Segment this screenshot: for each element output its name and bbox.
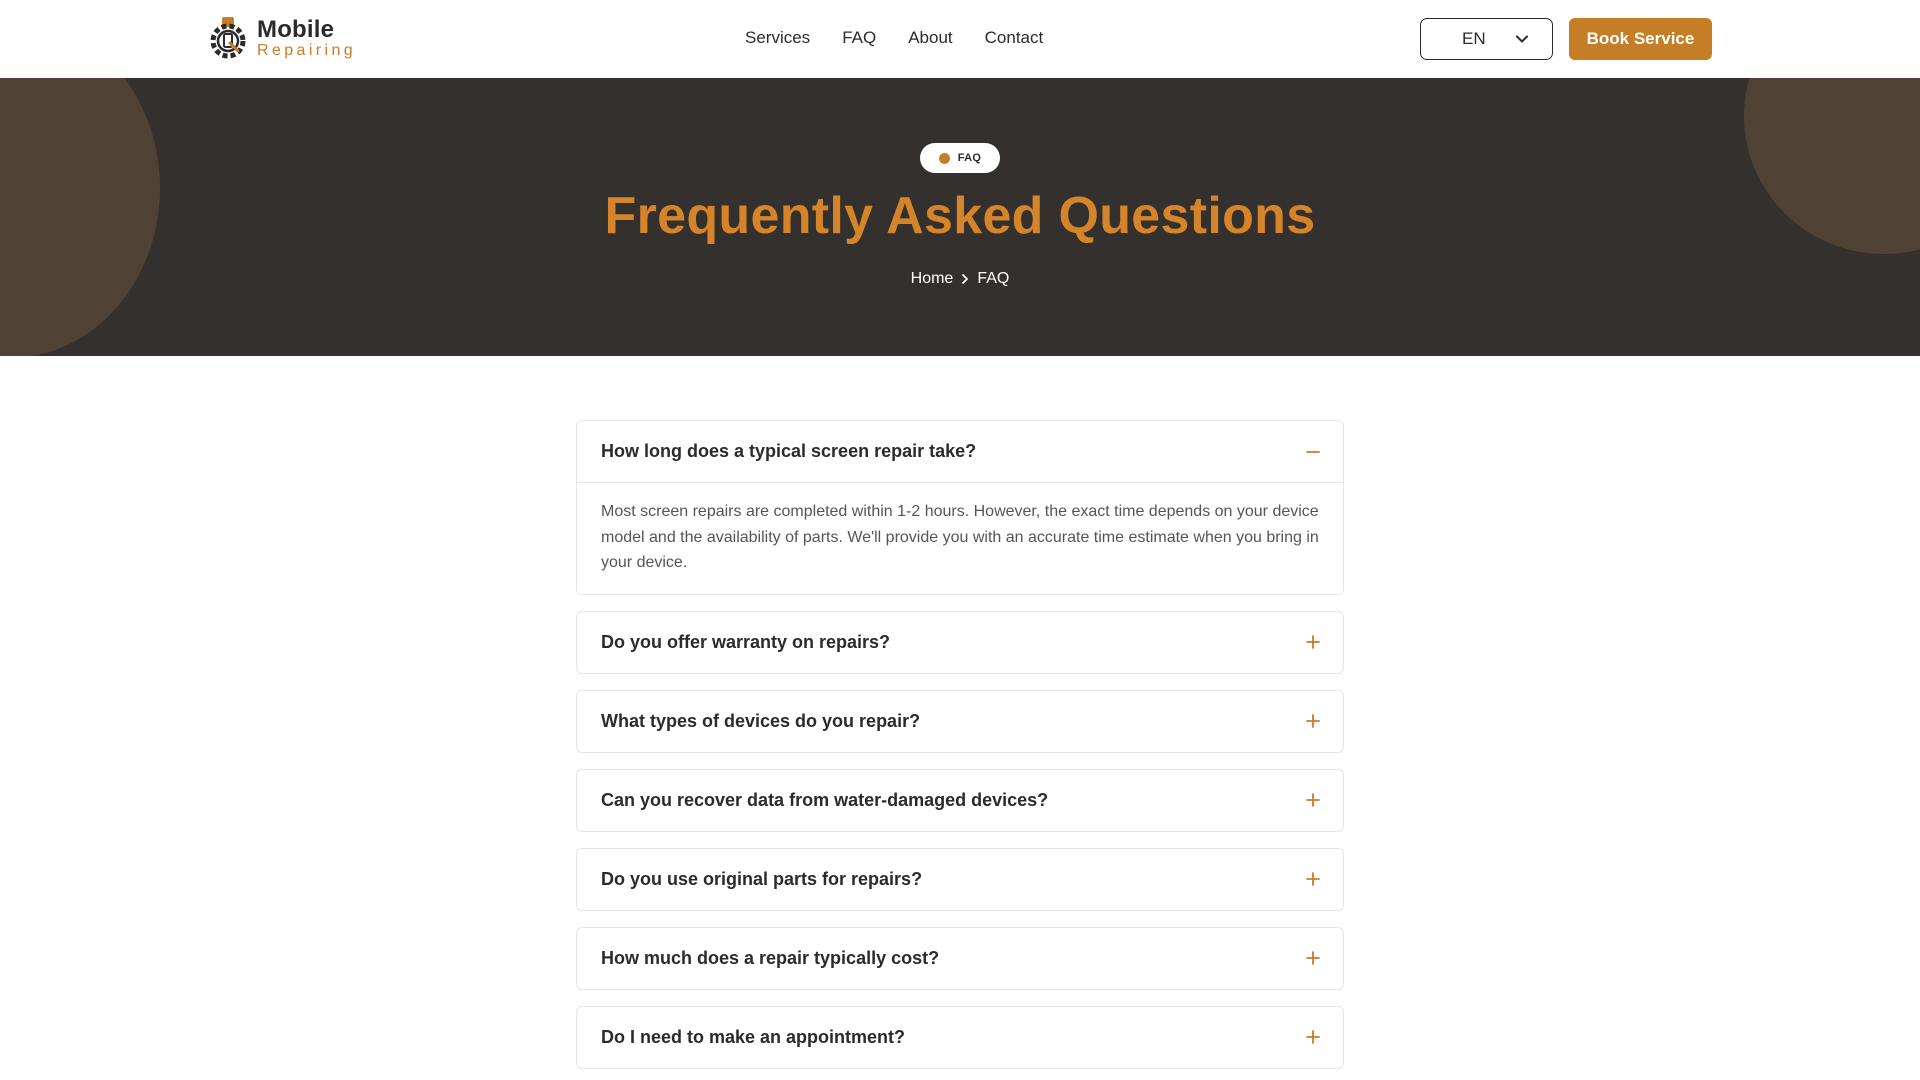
plus-icon[interactable] xyxy=(1305,871,1321,887)
breadcrumb-current: FAQ xyxy=(977,270,1010,287)
page-title: Frequently Asked Questions xyxy=(604,187,1316,245)
faq-question-header[interactable]: Do you use original parts for repairs? xyxy=(577,849,1343,910)
faq-item: Do I need to make an appointment? xyxy=(576,1005,1344,1069)
section-badge: FAQ xyxy=(920,143,1000,173)
plus-icon[interactable] xyxy=(1305,792,1321,808)
faq-accordion: How long does a typical screen repair ta… xyxy=(576,420,1344,1080)
faq-question-header[interactable]: How much does a repair typically cost? xyxy=(577,928,1343,989)
faq-question: How long does a typical screen repair ta… xyxy=(601,441,977,461)
faq-question: Do I need to make an appointment? xyxy=(601,1026,906,1047)
faq-question-header[interactable]: How long does a typical screen repair ta… xyxy=(577,421,1343,482)
faq-question: Do you use original parts for repairs? xyxy=(601,868,923,889)
plus-icon[interactable] xyxy=(1305,713,1321,729)
navbar: Mobile Repairing Services FAQ About Cont… xyxy=(0,0,1920,78)
gear-phone-logo-icon xyxy=(210,17,246,59)
hero-banner: FAQ Frequently Asked Questions Home FAQ xyxy=(0,78,1920,356)
faq-question: Can you recover data from water-damaged … xyxy=(601,789,1049,810)
language-select[interactable]: EN xyxy=(1420,18,1553,60)
faq-question: Do you offer warranty on repairs? xyxy=(601,631,891,652)
faq-item: How long does a typical screen repair ta… xyxy=(576,420,1344,595)
plus-icon[interactable] xyxy=(1305,950,1321,966)
plus-icon[interactable] xyxy=(1305,1029,1321,1045)
minus-icon[interactable] xyxy=(1305,444,1321,460)
chevron-right-icon xyxy=(962,274,969,284)
faq-item: What types of devices do you repair? xyxy=(576,689,1344,753)
plus-icon[interactable] xyxy=(1305,634,1321,650)
chevron-down-icon xyxy=(1516,35,1528,43)
faq-item: Do you offer warranty on repairs? xyxy=(576,610,1344,674)
language-value: EN xyxy=(1462,29,1486,48)
faq-question-header[interactable]: What types of devices do you repair? xyxy=(577,691,1343,752)
brand-logo[interactable]: Mobile Repairing xyxy=(207,14,356,62)
faq-answer: Most screen repairs are completed within… xyxy=(577,482,1343,594)
nav-link-services[interactable]: Services xyxy=(745,28,810,48)
breadcrumb: Home FAQ xyxy=(0,270,1920,288)
nav-link-faq[interactable]: FAQ xyxy=(842,28,876,48)
brand-tagline: Repairing xyxy=(257,41,357,59)
faq-item: How much does a repair typically cost? xyxy=(576,926,1344,990)
faq-item: Can you recover data from water-damaged … xyxy=(576,768,1344,832)
faq-question-header[interactable]: Can you recover data from water-damaged … xyxy=(577,770,1343,831)
breadcrumb-home-link[interactable]: Home xyxy=(911,270,954,288)
faq-question: What types of devices do you repair? xyxy=(601,710,921,731)
faq-question: How much does a repair typically cost? xyxy=(601,947,940,968)
brand-name: Mobile xyxy=(257,15,335,43)
faq-question-header[interactable]: Do I need to make an appointment? xyxy=(577,1007,1343,1068)
faq-question-header[interactable]: Do you offer warranty on repairs? xyxy=(577,612,1343,673)
main-nav: Services FAQ About Contact xyxy=(745,28,1043,48)
faq-item: Do you use original parts for repairs? xyxy=(576,847,1344,911)
nav-link-contact[interactable]: Contact xyxy=(985,28,1044,48)
badge-label: FAQ xyxy=(957,152,982,164)
nav-link-about[interactable]: About xyxy=(908,28,952,48)
badge-dot-icon xyxy=(938,152,950,164)
book-service-button[interactable]: Book Service xyxy=(1569,18,1712,60)
